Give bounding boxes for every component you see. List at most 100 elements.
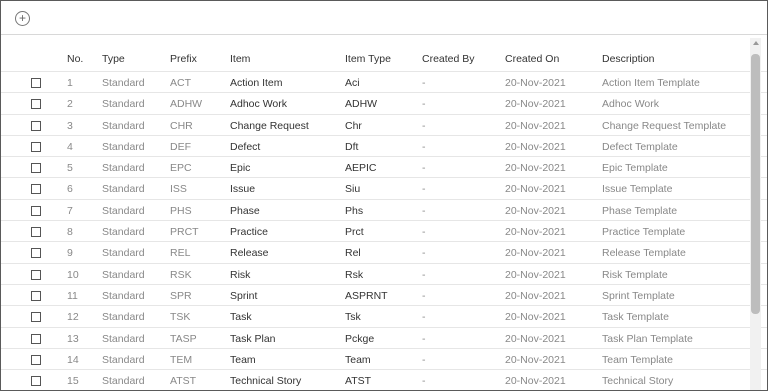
row-type: Standard — [102, 226, 145, 239]
table-row[interactable]: 2 Standard ADHW Adhoc Work ADHW - 20-Nov-2021 A… — [1, 92, 767, 113]
row-prefix: ADHW — [170, 98, 203, 111]
row-checkbox[interactable] — [31, 376, 41, 387]
table-row[interactable]: 3 Standard CHR Change Request Chr - 20-Nov-202… — [1, 113, 767, 135]
row-checkbox[interactable] — [31, 269, 41, 280]
row-created-on: 20-Nov-2021 — [505, 332, 566, 345]
row-checkbox[interactable] — [31, 163, 41, 174]
table-row[interactable]: 15 Standard ATST Technical Story ATST - 20-Nov… — [1, 369, 767, 390]
header-no[interactable]: No. — [67, 53, 83, 65]
scroll-up-arrow-icon[interactable] — [753, 41, 759, 45]
header-description[interactable]: Description — [602, 53, 655, 65]
row-checkbox[interactable] — [31, 248, 41, 259]
row-item[interactable]: Practice — [230, 226, 268, 238]
row-item-type: AEPIC — [345, 162, 377, 175]
row-created-by: - — [422, 77, 426, 89]
row-created-by: - — [422, 226, 426, 239]
table-row[interactable]: 8 Standard PRCT Practice Prct - 20-Nov-2021 Pra… — [1, 220, 767, 241]
row-item[interactable]: Defect — [230, 141, 260, 153]
row-type: Standard — [102, 204, 145, 217]
table-row[interactable]: 9 Standard REL Release Rel - 20-Nov-2021 Releas… — [1, 241, 767, 262]
row-item[interactable]: Change Request — [230, 120, 309, 132]
row-prefix: PRCT — [170, 226, 199, 239]
row-checkbox[interactable] — [31, 227, 41, 238]
row-number: 2 — [67, 98, 73, 111]
row-prefix: EPC — [170, 162, 192, 175]
row-item[interactable]: Risk — [230, 269, 250, 281]
row-created-on: 20-Nov-2021 — [505, 140, 566, 153]
row-item-type: ADHW — [345, 98, 378, 111]
row-created-on: 20-Nov-2021 — [505, 247, 566, 260]
row-type: Standard — [102, 353, 145, 366]
row-checkbox[interactable] — [31, 205, 41, 216]
row-prefix: CHR — [170, 119, 193, 132]
row-created-on: 20-Nov-2021 — [505, 289, 566, 302]
grid-body: 1 Standard ACT Action Item Aci - 20-Nov-2021 Ac… — [1, 71, 767, 390]
header-created-by[interactable]: Created By — [422, 53, 475, 65]
table-row[interactable]: 1 Standard ACT Action Item Aci - 20-Nov-2021 Ac… — [1, 71, 767, 92]
row-number: 1 — [67, 77, 73, 89]
header-item-type[interactable]: Item Type — [345, 53, 391, 65]
row-item[interactable]: Adhoc Work — [230, 98, 287, 110]
table-row[interactable]: 7 Standard PHS Phase Phs - 20-Nov-2021 Phase Te… — [1, 198, 767, 220]
row-item[interactable]: Team — [230, 354, 256, 366]
row-prefix: SPR — [170, 289, 192, 302]
table-row[interactable]: 4 Standard DEF Defect Dft - 20-Nov-2021 Defect … — [1, 134, 767, 156]
row-created-by: - — [422, 119, 426, 132]
scrollbar-thumb[interactable] — [751, 54, 760, 314]
row-prefix: TASP — [170, 332, 197, 345]
row-created-by: - — [422, 183, 426, 196]
header-item[interactable]: Item — [230, 53, 250, 65]
row-checkbox[interactable] — [31, 184, 41, 195]
table-row[interactable]: 14 Standard TEM Team Team - 20-Nov-2021 Team Te… — [1, 347, 767, 369]
row-checkbox[interactable] — [31, 312, 41, 323]
header-type[interactable]: Type — [102, 53, 125, 65]
table-row[interactable]: 10 Standard RSK Risk Rsk - 20-Nov-2021 Risk Tem… — [1, 262, 767, 284]
row-checkbox[interactable] — [31, 354, 41, 365]
row-item[interactable]: Action Item — [230, 77, 283, 89]
table-row[interactable]: 11 Standard SPR Sprint ASPRNT - 20-Nov-2021 Spr… — [1, 283, 767, 305]
row-type: Standard — [102, 183, 145, 196]
table-row[interactable]: 12 Standard TSK Task Tsk - 20-Nov-2021 Task Tem… — [1, 305, 767, 326]
row-item[interactable]: Task Plan — [230, 333, 276, 345]
row-item-type: Phs — [345, 204, 364, 217]
row-checkbox[interactable] — [31, 120, 41, 131]
row-checkbox[interactable] — [31, 78, 41, 88]
row-number: 9 — [67, 247, 73, 260]
row-checkbox[interactable] — [31, 141, 41, 152]
row-type: Standard — [102, 375, 145, 388]
row-item[interactable]: Phase — [230, 205, 260, 217]
row-checkbox[interactable] — [31, 99, 41, 110]
row-item[interactable]: Release — [230, 247, 269, 259]
row-number: 12 — [67, 311, 79, 324]
row-created-by: - — [422, 162, 426, 175]
table-row[interactable]: 5 Standard EPC Epic AEPIC - 20-Nov-2021 Epic Te… — [1, 156, 767, 177]
row-created-on: 20-Nov-2021 — [505, 204, 566, 217]
row-description: Task Plan Template — [602, 332, 693, 345]
row-type: Standard — [102, 162, 145, 175]
row-created-on: 20-Nov-2021 — [505, 311, 566, 324]
add-icon[interactable]: + — [15, 11, 30, 26]
table-row[interactable]: 6 Standard ISS Issue Siu - 20-Nov-2021 Issue Te… — [1, 177, 767, 198]
row-checkbox[interactable] — [31, 333, 41, 344]
row-description: Technical Story — [602, 375, 674, 388]
header-prefix[interactable]: Prefix — [170, 53, 197, 65]
row-description: Team Template — [602, 353, 674, 366]
row-description: Release Template — [602, 247, 686, 260]
row-number: 3 — [67, 119, 73, 132]
row-item-type: Pckge — [345, 332, 375, 345]
row-type: Standard — [102, 98, 145, 111]
row-type: Standard — [102, 311, 145, 324]
row-type: Standard — [102, 119, 145, 132]
row-item[interactable]: Sprint — [230, 290, 257, 302]
row-item[interactable]: Epic — [230, 162, 250, 174]
row-item-type: ATST — [345, 375, 372, 388]
row-item-type: Siu — [345, 183, 361, 196]
row-item[interactable]: Task — [230, 311, 252, 323]
row-item[interactable]: Issue — [230, 183, 255, 195]
table-row[interactable]: 13 Standard TASP Task Plan Pckge - 20-Nov-2021… — [1, 326, 767, 348]
toolbar: + — [1, 1, 767, 35]
item-types-grid: No. Type Prefix Item Item Type Created B… — [1, 35, 767, 390]
row-checkbox[interactable] — [31, 290, 41, 301]
header-created-on[interactable]: Created On — [505, 53, 559, 65]
row-item[interactable]: Technical Story — [230, 375, 301, 387]
